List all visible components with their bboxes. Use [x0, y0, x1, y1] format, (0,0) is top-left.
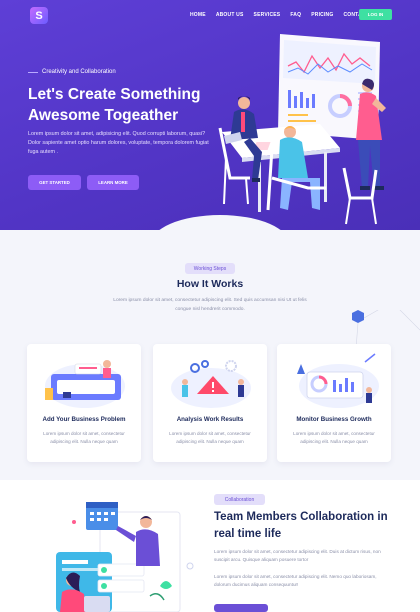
how-it-works-subtitle: Lorem ipsum dolor sit amet, consectetur …: [113, 298, 307, 312]
collaboration-pill: Collaboration: [214, 494, 265, 505]
hero-section: S HOME ABOUT US SERVICES FAQ PRICING CON…: [0, 0, 420, 230]
eyebrow-text: Creativity and Collaboration: [42, 69, 116, 75]
step-card-2[interactable]: Analysis Work Results Lorem ipsum dolor …: [153, 344, 267, 462]
step-card-2-desc: Lorem ipsum dolor sit amet, consectetur …: [169, 431, 251, 444]
how-it-works-title: How It Works: [176, 278, 244, 290]
step-card-3-title: Monitor Business Growth: [296, 416, 372, 423]
nav-item-services[interactable]: SERVICES: [254, 12, 281, 18]
landing-page: S HOME ABOUT US SERVICES FAQ PRICING CON…: [0, 0, 420, 612]
step-card-1[interactable]: Add Your Business Problem Lorem ipsum do…: [27, 344, 141, 462]
business-problem-illustration: [45, 360, 125, 408]
step-card-3[interactable]: Monitor Business Growth Lorem ipsum dolo…: [277, 344, 391, 462]
step-card-1-title: Add Your Business Problem: [42, 416, 126, 423]
login-button[interactable]: LOG IN: [359, 9, 392, 20]
collaboration-text-1: Lorem ipsum dolor sit amet, consectetur …: [214, 549, 381, 562]
nav-item-faq[interactable]: FAQ: [290, 12, 301, 18]
working-steps-pill: Working Steps: [185, 263, 235, 274]
collaboration-text-2: Lorem ipsum dolor sit amet, consectetur …: [214, 574, 377, 587]
growth-illustration: [297, 353, 379, 408]
collaboration-illustration: [56, 502, 194, 612]
hero-title: Let's Create Something Awesome Togeather: [28, 86, 201, 124]
analysis-illustration: [171, 360, 251, 408]
eyebrow-line: [28, 71, 38, 73]
nav-item-about[interactable]: ABOUT US: [216, 12, 244, 18]
learn-more-button[interactable]: LEARN MORE: [87, 175, 139, 190]
hero-eyebrow: Creativity and Collaboration: [28, 69, 116, 75]
nav-item-home[interactable]: HOME: [190, 12, 206, 18]
step-card-1-desc: Lorem ipsum dolor sit amet, consectetur …: [43, 431, 125, 444]
collaboration-title: Team Members Collaboration in real time …: [214, 511, 388, 540]
step-card-3-desc: Lorem ipsum dolor sit amet, consectetur …: [293, 431, 375, 444]
collaboration-button[interactable]: [214, 604, 268, 612]
nav-item-pricing[interactable]: PRICING: [311, 12, 333, 18]
logo-icon[interactable]: S: [30, 7, 48, 24]
step-card-2-title: Analysis Work Results: [176, 416, 244, 423]
main-nav: HOME ABOUT US SERVICES FAQ PRICING CONTA…: [190, 12, 369, 18]
get-started-button[interactable]: GET STARTED: [28, 175, 81, 190]
team-meeting-illustration: [218, 34, 386, 225]
hero-text: Lorem ipsum dolor sit amet, adipisicing …: [28, 131, 209, 155]
calendar-icon: [86, 502, 118, 530]
